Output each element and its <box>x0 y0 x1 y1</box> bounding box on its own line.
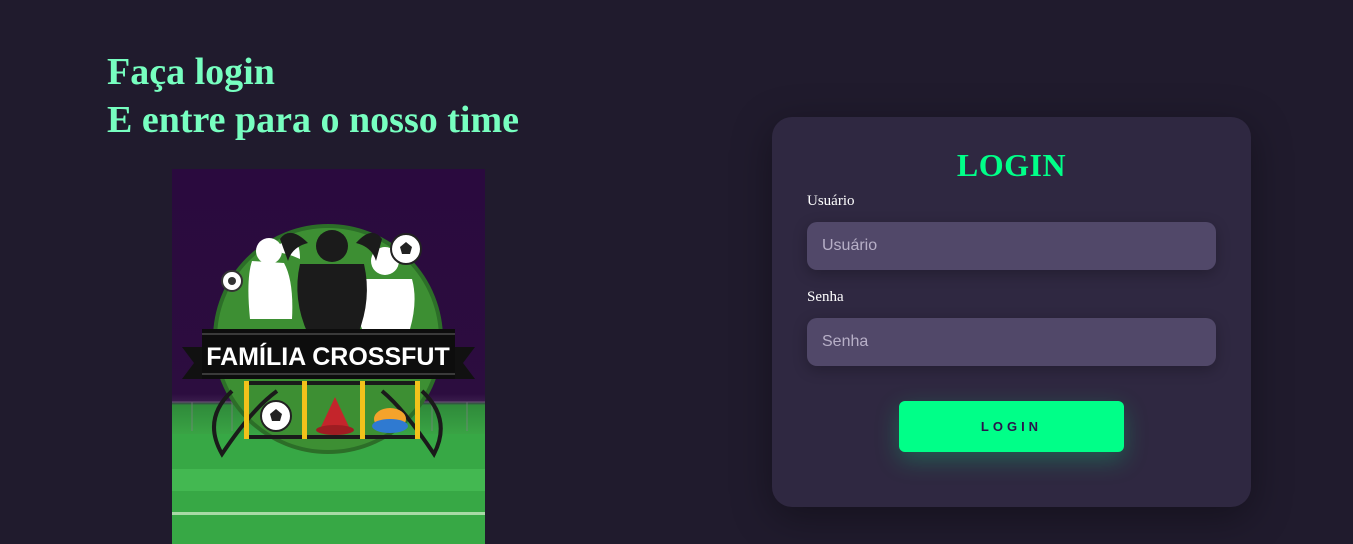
pitch-line <box>172 512 485 515</box>
ladder-ball-icon <box>260 400 292 432</box>
login-card: LOGIN Usuário Senha LOGIN <box>772 117 1251 507</box>
hero-line-2: E entre para o nosso time <box>107 99 519 141</box>
username-input[interactable] <box>807 222 1216 270</box>
dumbbell-icon <box>221 270 243 292</box>
brand-banner: FAMÍLIA CROSSFUT <box>182 329 475 379</box>
login-button[interactable]: LOGIN <box>899 401 1124 452</box>
soccer-ball-icon <box>390 233 422 265</box>
crossfut-poster: FAMÍLIA CROSSFUT <box>172 169 485 544</box>
hero-headline: Faça login E entre para o nosso time <box>107 48 519 144</box>
crossfut-logo-image: FAMÍLIA CROSSFUT <box>172 224 485 544</box>
login-title: LOGIN <box>956 147 1067 183</box>
hero-line-1: Faça login <box>107 51 275 93</box>
pitch-stripe <box>172 469 485 491</box>
password-label: Senha <box>807 289 844 305</box>
password-input[interactable] <box>807 318 1216 366</box>
username-label: Usuário <box>807 193 855 209</box>
brand-text: FAMÍLIA CROSSFUT <box>206 342 450 371</box>
